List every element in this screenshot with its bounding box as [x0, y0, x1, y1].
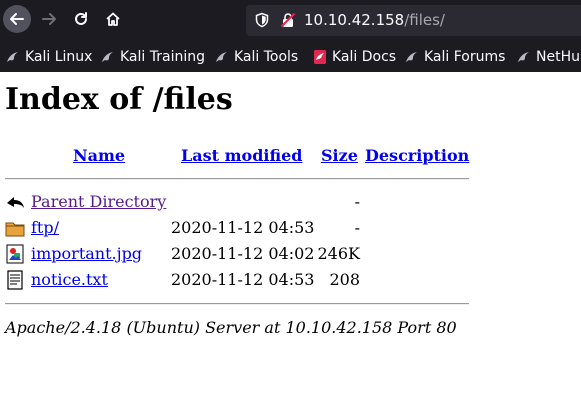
modified-date: 2020-11-12 04:53	[171, 270, 315, 289]
file-link[interactable]: ftp/	[31, 218, 59, 237]
kali-dragon-icon	[7, 52, 18, 62]
folder-icon	[5, 222, 25, 237]
list-item: ftp/ 2020-11-12 04:53 -	[5, 216, 365, 240]
bookmark-label: Kali Linux	[25, 49, 93, 65]
bookmark-label: Kali Forums	[424, 49, 506, 65]
file-size: -	[354, 192, 360, 211]
bookmark-kali-forums[interactable]: Kali Forums	[405, 48, 505, 66]
forward-arrow-icon	[42, 13, 56, 25]
kali-dragon-icon	[102, 52, 113, 62]
file-size: -	[354, 218, 360, 237]
url-bar[interactable]: 10.10.42.158/files/	[246, 5, 581, 36]
kali-docs-icon	[314, 50, 326, 64]
kali-dragon-icon	[406, 52, 417, 62]
footer-divider	[5, 303, 469, 305]
reload-button[interactable]	[67, 5, 95, 33]
back-button[interactable]	[3, 5, 31, 33]
bookmark-kali-tools[interactable]: Kali Tools	[215, 48, 298, 66]
list-item: notice.txt 2020-11-12 04:53 208	[5, 268, 365, 292]
home-icon	[106, 12, 120, 26]
page-content: Index of /files Name Last modified Size …	[0, 72, 581, 395]
tracking-protection-shield-icon[interactable]	[254, 12, 270, 28]
header-divider	[5, 178, 469, 180]
kali-dragon-icon	[216, 52, 227, 62]
back-arrow-icon	[10, 13, 24, 25]
list-item: Parent Directory -	[5, 190, 365, 214]
url-path: /files/	[404, 11, 445, 29]
column-header-description[interactable]: Description	[365, 146, 469, 165]
bookmark-label: Kali Docs	[332, 49, 397, 65]
bookmark-label: Kali Training	[120, 49, 205, 65]
url-host: 10.10.42.158	[304, 11, 405, 29]
bookmark-kali-training[interactable]: Kali Training	[101, 48, 205, 66]
bookmark-nethunter[interactable]: NetHunter	[517, 48, 581, 66]
forward-button[interactable]	[35, 5, 63, 33]
list-item: important.jpg 2020-11-12 04:02 246K	[5, 242, 365, 266]
column-header-size[interactable]: Size	[321, 146, 358, 165]
modified-date: 2020-11-12 04:02	[171, 244, 315, 263]
column-header-last-modified[interactable]: Last modified	[181, 146, 302, 165]
column-header-name[interactable]: Name	[73, 146, 125, 165]
url-text[interactable]: 10.10.42.158/files/	[304, 11, 445, 29]
browser-toolbar: 10.10.42.158/files/	[0, 0, 581, 40]
insecure-lock-icon[interactable]	[280, 12, 296, 28]
bookmark-kali-linux[interactable]: Kali Linux	[6, 48, 92, 66]
text-file-icon	[7, 270, 23, 290]
file-link[interactable]: important.jpg	[31, 244, 142, 263]
file-size: 246K	[317, 244, 361, 263]
bookmark-label: NetHunter	[536, 49, 581, 65]
bookmark-kali-docs[interactable]: Kali Docs	[313, 48, 396, 66]
modified-date: 2020-11-12 04:53	[171, 218, 315, 237]
back-arrow-icon	[7, 197, 24, 208]
page-title: Index of /files	[5, 82, 233, 117]
home-button[interactable]	[99, 5, 127, 33]
bookmarks-toolbar: Kali Linux Kali Training Kali Tools Kali…	[0, 40, 581, 72]
server-signature: Apache/2.4.18 (Ubuntu) Server at 10.10.4…	[5, 318, 457, 337]
file-size: 208	[329, 270, 360, 289]
image-file-icon	[6, 244, 24, 264]
file-link[interactable]: notice.txt	[31, 270, 108, 289]
kali-dragon-icon	[518, 52, 529, 62]
reload-icon	[75, 12, 87, 25]
bookmark-label: Kali Tools	[234, 49, 299, 65]
parent-directory-link[interactable]: Parent Directory	[31, 192, 166, 211]
